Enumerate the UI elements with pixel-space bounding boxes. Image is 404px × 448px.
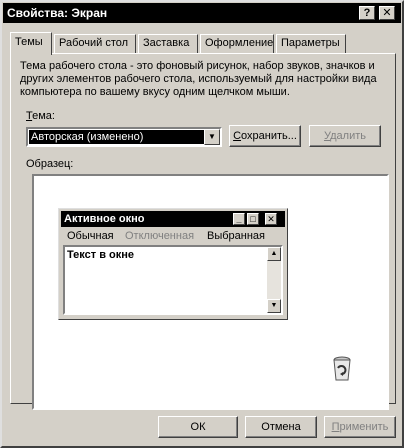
tab-desktop[interactable]: Рабочий стол: [54, 34, 136, 54]
apply-button[interactable]: Применить: [324, 416, 396, 438]
ok-button[interactable]: ОК: [158, 416, 238, 438]
tab-screensaver[interactable]: Заставка: [138, 34, 198, 54]
theme-label: Тема:: [26, 110, 55, 122]
tab-appearance[interactable]: Оформление: [200, 34, 274, 54]
theme-select[interactable]: Авторская (изменено) ▼: [26, 127, 222, 147]
close-icon: ✕: [265, 213, 277, 225]
display-properties-dialog: Свойства: Экран ? ✕ Темы Рабочий стол За…: [0, 0, 404, 448]
scroll-down-icon: ▼: [267, 299, 281, 313]
cancel-button[interactable]: Отмена: [245, 416, 317, 438]
maximize-icon: □: [247, 213, 259, 225]
theme-description: Тема рабочего стола - это фоновый рисуно…: [20, 60, 377, 98]
window-title: Свойства: Экран: [7, 6, 108, 20]
preview-menu-selected: Выбранная: [207, 230, 266, 242]
scroll-up-icon: ▲: [267, 247, 281, 261]
close-button[interactable]: ✕: [379, 6, 395, 20]
preview-body-text: Текст в окне: [67, 249, 135, 261]
preview-window-titlebar: Активное окно _ □ ✕: [61, 211, 285, 227]
delete-theme-button[interactable]: Удалить: [309, 125, 381, 147]
minimize-icon: _: [233, 213, 245, 225]
help-button[interactable]: ?: [359, 6, 375, 20]
recycle-bin-icon: [333, 356, 351, 381]
preview-menu-disabled: Отключенная: [125, 230, 195, 242]
preview-menu-normal: Обычная: [67, 230, 114, 242]
preview-scrollbar: ▲ ▼: [267, 247, 281, 313]
title-bar[interactable]: Свойства: Экран ? ✕: [3, 3, 401, 23]
preview-active-window: Активное окно _ □ ✕ Обычная Отключенная …: [58, 208, 288, 320]
theme-preview: Активное окно _ □ ✕ Обычная Отключенная …: [32, 174, 389, 410]
tab-themes[interactable]: Темы: [10, 32, 52, 55]
themes-panel: Тема рабочего стола - это фоновый рисуно…: [10, 53, 396, 410]
preview-text-area: Текст в окне ▲ ▼: [63, 245, 283, 315]
preview-window-title: Активное окно: [64, 213, 145, 225]
tab-settings[interactable]: Параметры: [276, 34, 346, 54]
chevron-down-icon[interactable]: ▼: [204, 129, 220, 145]
selected-theme: Авторская (изменено): [29, 130, 204, 144]
question-mark-icon: ?: [363, 7, 371, 19]
sample-label: Образец:: [26, 158, 74, 170]
close-icon: ✕: [382, 7, 392, 19]
save-theme-button[interactable]: Сохранить...: [229, 125, 301, 147]
